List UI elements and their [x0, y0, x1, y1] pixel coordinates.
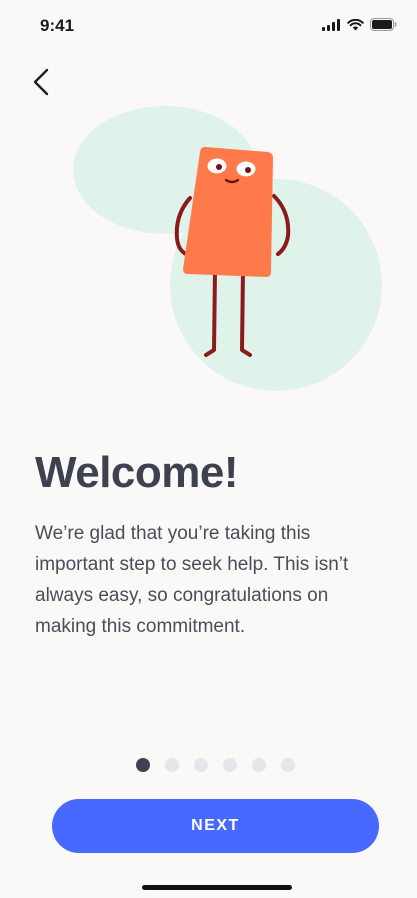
status-bar: 9:41 [0, 0, 417, 50]
page-dot-5[interactable] [252, 758, 266, 772]
page-dot-2[interactable] [165, 758, 179, 772]
character-illustration [0, 95, 417, 400]
battery-icon [370, 18, 397, 31]
status-icons [322, 18, 397, 31]
home-indicator[interactable] [142, 885, 292, 890]
status-time: 9:41 [40, 16, 75, 35]
signal-icon [322, 18, 340, 31]
page-dot-6[interactable] [281, 758, 295, 772]
wifi-icon [347, 18, 364, 30]
welcome-message: We’re glad that you’re taking this impor… [35, 523, 349, 637]
pagination-dots [136, 758, 295, 772]
page-dot-3[interactable] [194, 758, 208, 772]
page-dot-1[interactable] [136, 758, 150, 772]
next-button[interactable]: NEXT [52, 799, 379, 853]
page-dot-4[interactable] [223, 758, 237, 772]
page-title: Welcome! [35, 448, 239, 497]
